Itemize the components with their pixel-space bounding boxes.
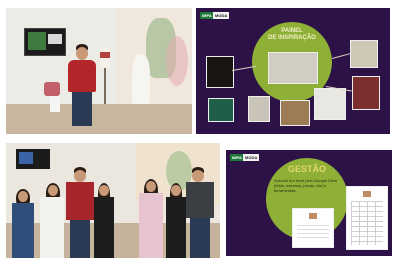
- person-3-head: [74, 170, 86, 182]
- slide-inspiration: IMPA MODA PAINEL DE INSPIRAÇÃO: [196, 8, 390, 134]
- person-2-head: [48, 185, 58, 196]
- man-shirt: [68, 60, 96, 92]
- slide-logo-left: IMPA: [230, 154, 244, 161]
- mannequin-1: [98, 48, 112, 106]
- person-7-body: [186, 182, 214, 218]
- man-pants: [72, 92, 92, 126]
- center-photo: [268, 52, 318, 84]
- thumb-hanger: [248, 96, 270, 122]
- thumb-green: [208, 98, 234, 122]
- person-4-head: [99, 185, 109, 196]
- person-2-body: [40, 197, 64, 258]
- photo-group: [6, 143, 220, 258]
- man-head: [76, 47, 88, 60]
- photo-showroom-man: [6, 8, 192, 134]
- tv-content: [19, 152, 33, 164]
- doc-preview-left: [292, 208, 334, 248]
- person-6-head: [171, 185, 181, 196]
- mannequin-top: [100, 52, 110, 58]
- doc-logo: [363, 191, 371, 197]
- person-6-body: [166, 197, 186, 258]
- mannequin-torso: [100, 48, 110, 68]
- chair: [44, 82, 60, 96]
- tv-screen: [16, 149, 50, 169]
- person-7-head: [192, 170, 204, 182]
- mural-shape-2: [166, 36, 188, 86]
- person-1-body: [12, 203, 34, 258]
- inspiration-title: PAINEL DE INSPIRAÇÃO: [268, 28, 316, 41]
- thumb-window: [350, 40, 378, 68]
- slide-logo-right: MODA: [213, 12, 230, 19]
- person-3-body: [66, 182, 94, 220]
- doc-preview-right: [346, 186, 388, 250]
- slide-logo-left: IMPA: [200, 12, 214, 19]
- floor: [6, 104, 192, 134]
- doc-grid: [351, 201, 383, 245]
- person-7-legs: [190, 218, 210, 258]
- doc-logo: [309, 213, 317, 219]
- management-text: Incluído em nível pelo Google Drive (fot…: [274, 178, 338, 193]
- mannequin-2: [132, 50, 150, 108]
- mannequin-pole: [104, 68, 106, 104]
- thumb-rack: [314, 88, 346, 120]
- slide-management: IMPA MODA GESTÃO Incluído em nível pelo …: [226, 150, 392, 256]
- thumb-room: [352, 76, 380, 110]
- slide-logo-right: MODA: [243, 154, 260, 161]
- person-3-legs: [70, 220, 90, 258]
- tv-content: [28, 32, 46, 50]
- thumb-shelf: [280, 100, 310, 126]
- dress-white: [132, 54, 150, 104]
- tv-screen: [24, 28, 66, 56]
- person-1-head: [18, 191, 28, 202]
- management-title: GESTÃO: [287, 164, 326, 174]
- person-4-body: [94, 197, 114, 258]
- person-5-head: [146, 181, 156, 192]
- connector-2: [332, 52, 352, 59]
- tv-content-2: [48, 34, 62, 44]
- doc-lines: [297, 225, 329, 241]
- person-5-body: [139, 193, 163, 258]
- thumb-lamp: [206, 56, 234, 88]
